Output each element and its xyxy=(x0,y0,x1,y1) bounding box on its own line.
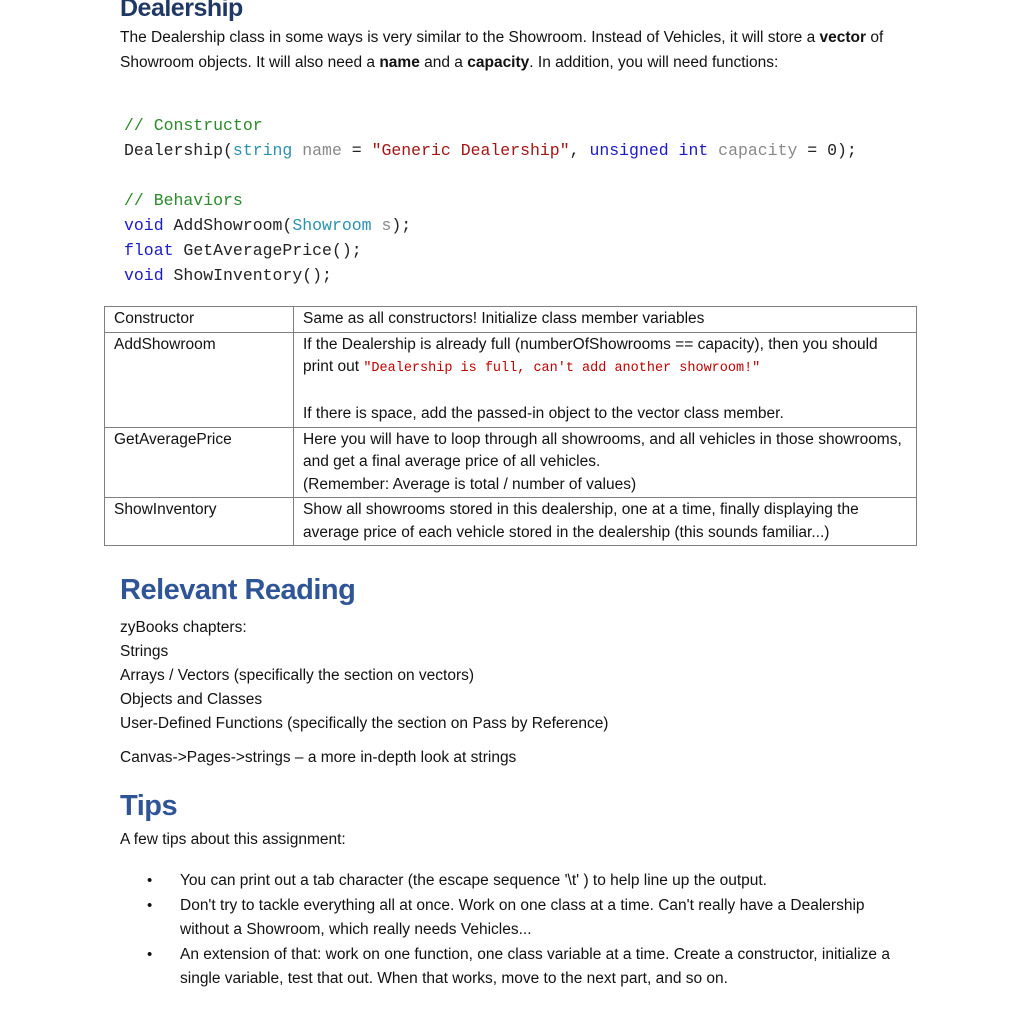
table-row: GetAveragePrice Here you will have to lo… xyxy=(104,426,917,498)
code-param: s xyxy=(371,216,392,235)
canvas-reading-note: Canvas->Pages->strings – a more in-depth… xyxy=(120,749,517,766)
code-ident: AddShowroom( xyxy=(163,216,293,235)
tip-text: You can print out a tab character (the e… xyxy=(180,872,767,889)
table-row: AddShowroom If the Dealership is already… xyxy=(104,331,917,428)
function-description: Show all showrooms stored in this dealer… xyxy=(293,497,917,546)
reading-item: zyBooks chapters: xyxy=(120,619,247,636)
constructor-code-block: // Constructor Dealership(string name = … xyxy=(124,113,857,163)
code-comment: // Behaviors xyxy=(124,191,243,210)
reading-item: Arrays / Vectors (specifically the secti… xyxy=(120,667,475,684)
tip-text: Don't try to tackle everything all at on… xyxy=(180,896,865,939)
description-text: Here you will have to loop through all s… xyxy=(303,430,902,471)
intro-bold-capacity: capacity xyxy=(467,53,530,71)
table-row: ShowInventory Show all showrooms stored … xyxy=(104,497,917,546)
behaviors-code-block: // Behaviors void AddShowroom(Showroom s… xyxy=(124,188,411,288)
code-op: = xyxy=(341,141,372,160)
tip-item: • You can print out a tab character (the … xyxy=(147,869,900,894)
description-text: (Remember: Average is total / number of … xyxy=(303,475,637,493)
tip-text: An extension of that: work on one functi… xyxy=(180,945,890,988)
function-description: Here you will have to loop through all s… xyxy=(293,426,917,498)
code-keyword: void xyxy=(124,266,164,285)
relevant-reading-heading: Relevant Reading xyxy=(120,574,356,606)
function-table: Constructor Same as all constructors! In… xyxy=(104,306,917,546)
code-comment: // Constructor xyxy=(124,116,263,135)
intro-bold-vector: vector xyxy=(819,29,867,46)
code-op: ); xyxy=(391,216,412,235)
code-type: string xyxy=(232,141,293,160)
code-keyword: void xyxy=(124,216,164,235)
function-name: ShowInventory xyxy=(104,497,294,546)
intro-text: and a xyxy=(419,53,468,71)
code-keyword: unsigned int xyxy=(589,141,709,160)
code-keyword: float xyxy=(124,241,174,260)
function-name: Constructor xyxy=(104,306,294,333)
code-string: "Generic Dealership" xyxy=(371,141,570,160)
description-text: If there is space, add the passed-in obj… xyxy=(303,405,784,422)
code-op: = 0); xyxy=(797,141,857,160)
function-description: If the Dealership is already full (numbe… xyxy=(293,331,917,428)
reading-list: zyBooks chapters: Strings Arrays / Vecto… xyxy=(120,616,608,736)
bullet-icon: • xyxy=(147,896,153,914)
bullet-icon: • xyxy=(147,945,153,963)
code-ident: GetAveragePrice(); xyxy=(173,241,362,260)
function-name: GetAveragePrice xyxy=(104,426,294,498)
function-name: AddShowroom xyxy=(104,331,294,428)
function-description: Same as all constructors! Initialize cla… xyxy=(293,306,917,333)
reading-item: Strings xyxy=(120,643,169,660)
constructor-signature: Dealership(string name = "Generic Dealer… xyxy=(124,141,857,160)
code-ident: ShowInventory(); xyxy=(163,266,332,285)
dealership-heading: Dealership xyxy=(120,0,243,22)
code-ident: Dealership( xyxy=(124,141,233,160)
table-row: Constructor Same as all constructors! In… xyxy=(104,306,917,333)
tip-item: • Don't try to tackle everything all at o… xyxy=(147,894,900,943)
reading-item: Objects and Classes xyxy=(120,691,263,708)
tips-list: • You can print out a tab character (the … xyxy=(147,869,900,992)
tips-intro: A few tips about this assignment: xyxy=(120,831,346,848)
error-message-code: "Dealership is full, can't add another s… xyxy=(363,361,761,376)
dealership-intro: The Dealership class in some ways is ver… xyxy=(120,26,900,75)
code-op: , xyxy=(569,141,590,160)
document-page: Dealership The Dealership class in some … xyxy=(0,0,1020,1024)
code-param: name xyxy=(292,141,342,160)
reading-item: User-Defined Functions (specifically the… xyxy=(120,715,609,732)
tip-item: • An extension of that: work on one funct… xyxy=(147,943,900,992)
code-type: Showroom xyxy=(292,216,372,235)
intro-text: . In addition, you will need functions: xyxy=(529,53,779,71)
intro-bold-name: name xyxy=(379,53,420,71)
bullet-icon: • xyxy=(147,872,153,889)
code-param: capacity xyxy=(708,141,798,160)
tips-heading: Tips xyxy=(120,790,178,822)
intro-text: The Dealership class in some ways is ver… xyxy=(120,29,820,46)
